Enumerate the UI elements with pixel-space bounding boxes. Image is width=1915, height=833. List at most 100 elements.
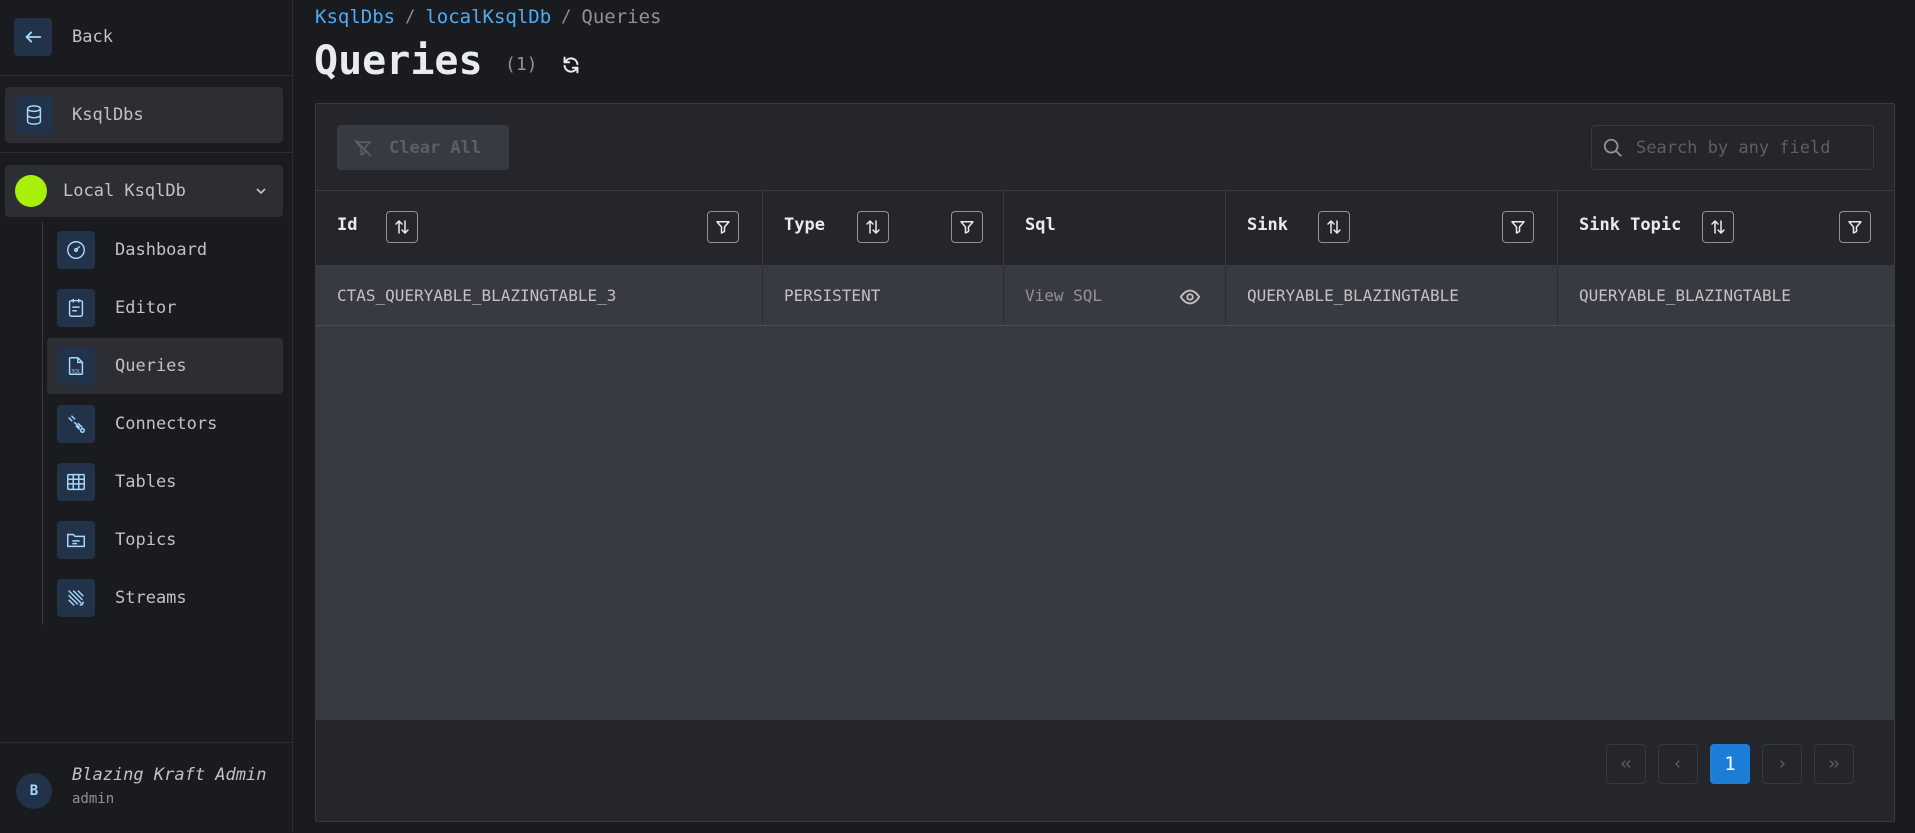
- sort-icon: [395, 219, 409, 235]
- breadcrumb-separator: /: [405, 7, 416, 27]
- database-icon: [15, 96, 53, 134]
- sidebar-item-label: Streams: [115, 588, 187, 608]
- cell-id: CTAS_QUERYABLE_BLAZINGTABLE_3: [316, 266, 763, 325]
- filter-button[interactable]: [707, 211, 739, 243]
- svg-text:SQL: SQL: [71, 368, 81, 374]
- filter-button[interactable]: [1502, 211, 1534, 243]
- sidebar-item-label: Dashboard: [115, 240, 208, 260]
- filter-off-icon: [354, 139, 372, 156]
- dashboard-icon: [57, 231, 95, 269]
- filter-icon: [960, 221, 974, 234]
- breadcrumb-current: Queries: [581, 6, 662, 28]
- search-input[interactable]: [1634, 136, 1868, 159]
- filter-button[interactable]: [951, 211, 983, 243]
- column-title: Id: [337, 215, 358, 235]
- topics-icon: [57, 521, 95, 559]
- back-label: Back: [72, 27, 113, 47]
- cell-sink-topic: QUERYABLE_BLAZINGTABLE: [1579, 286, 1791, 305]
- table-header: Id Type Sql Sink Sink Topic: [316, 190, 1894, 266]
- column-header-type: Type: [763, 191, 1004, 265]
- cell-type: PERSISTENT: [763, 266, 1004, 325]
- sidebar-item-queries[interactable]: SQL Queries: [47, 338, 283, 394]
- filter-icon: [1848, 221, 1862, 234]
- prev-page-button[interactable]: [1658, 744, 1698, 784]
- chevrons-right-icon: [1829, 760, 1839, 768]
- chevron-left-icon: [1675, 760, 1680, 768]
- table-icon: [57, 463, 95, 501]
- cluster-status-dot: [15, 175, 47, 207]
- sort-icon: [866, 219, 880, 235]
- column-title: Type: [784, 215, 825, 235]
- sort-icon: [1711, 219, 1725, 235]
- column-title: Sink: [1247, 215, 1288, 235]
- cluster-name: Local KsqlDb: [63, 181, 186, 201]
- user-name: Blazing Kraft Admin: [72, 765, 267, 785]
- refresh-icon[interactable]: [560, 54, 582, 76]
- clear-all-button[interactable]: Clear All: [337, 125, 509, 170]
- sort-button[interactable]: [386, 211, 418, 243]
- cluster-selector[interactable]: Local KsqlDb: [5, 165, 283, 217]
- cell-sink: QUERYABLE_BLAZINGTABLE: [1226, 266, 1558, 325]
- sidebar: Back KsqlDbs Local KsqlDb Dashboard Edit…: [0, 0, 293, 832]
- breadcrumb-ksqldbs-link[interactable]: KsqlDbs: [315, 6, 395, 28]
- column-header-id: Id: [316, 191, 763, 265]
- page-button[interactable]: 1: [1710, 744, 1750, 784]
- sort-icon: [1327, 219, 1341, 235]
- query-count: (1): [505, 54, 538, 75]
- search-icon: [1603, 138, 1622, 157]
- sidebar-item-label: Connectors: [115, 414, 218, 434]
- filter-button[interactable]: [1839, 211, 1871, 243]
- connectors-icon: [57, 405, 95, 443]
- column-header-sql: Sql: [1004, 191, 1226, 265]
- cell-sql: View SQL: [1004, 266, 1226, 325]
- sql-file-icon: SQL: [57, 347, 95, 385]
- chevron-down-icon: [256, 188, 266, 195]
- breadcrumb-separator: /: [561, 7, 572, 27]
- table-row[interactable]: CTAS_QUERYABLE_BLAZINGTABLE_3 PERSISTENT…: [316, 266, 1894, 326]
- divider: [0, 75, 292, 76]
- queries-table: Id Type Sql Sink Sink Topic CTAS_QUERYAB…: [316, 190, 1894, 720]
- sidebar-item-label: Topics: [115, 530, 177, 550]
- pagination: 1: [1606, 744, 1854, 784]
- breadcrumb: KsqlDbs / localKsqlDb / Queries: [315, 6, 662, 28]
- chevrons-left-icon: [1621, 760, 1631, 768]
- sidebar-item-label: Editor: [115, 298, 177, 318]
- sidebar-item-tables[interactable]: Tables: [47, 454, 283, 510]
- sidebar-item-label: Queries: [115, 356, 187, 376]
- sort-button[interactable]: [1702, 211, 1734, 243]
- sidebar-item-streams[interactable]: Streams: [47, 570, 283, 626]
- user-profile[interactable]: B Blazing Kraft Admin admin: [0, 742, 292, 833]
- nav-ksqldbs[interactable]: KsqlDbs: [5, 87, 283, 143]
- page-title: Queries: [314, 38, 483, 84]
- divider: [0, 152, 292, 153]
- next-page-button[interactable]: [1762, 744, 1802, 784]
- sort-button[interactable]: [857, 211, 889, 243]
- avatar: B: [16, 773, 52, 809]
- sidebar-item-editor[interactable]: Editor: [47, 280, 283, 336]
- column-title: Sink Topic: [1579, 215, 1682, 235]
- back-button[interactable]: Back: [14, 18, 113, 56]
- queries-panel: Clear All Id Type: [315, 103, 1895, 822]
- clear-all-label: Clear All: [389, 137, 482, 158]
- search-box[interactable]: [1591, 125, 1874, 170]
- chevron-right-icon: [1780, 760, 1785, 768]
- arrow-back-icon: [14, 18, 52, 56]
- eye-icon[interactable]: [1179, 286, 1201, 308]
- sidebar-item-topics[interactable]: Topics: [47, 512, 283, 568]
- column-header-sink-topic: Sink Topic: [1558, 191, 1894, 265]
- first-page-button[interactable]: [1606, 744, 1646, 784]
- filter-icon: [1511, 221, 1525, 234]
- sidebar-item-label: Tables: [115, 472, 177, 492]
- user-role: admin: [72, 791, 115, 807]
- filter-icon: [716, 221, 730, 234]
- breadcrumb-localksqldb-link[interactable]: localKsqlDb: [425, 6, 551, 28]
- editor-icon: [57, 289, 95, 327]
- sidebar-item-connectors[interactable]: Connectors: [47, 396, 283, 452]
- column-header-sink: Sink: [1226, 191, 1558, 265]
- streams-icon: [57, 579, 95, 617]
- last-page-button[interactable]: [1814, 744, 1854, 784]
- view-sql-link[interactable]: View SQL: [1025, 286, 1102, 305]
- nav-ksqldbs-label: KsqlDbs: [72, 105, 144, 125]
- sort-button[interactable]: [1318, 211, 1350, 243]
- sidebar-item-dashboard[interactable]: Dashboard: [47, 222, 283, 278]
